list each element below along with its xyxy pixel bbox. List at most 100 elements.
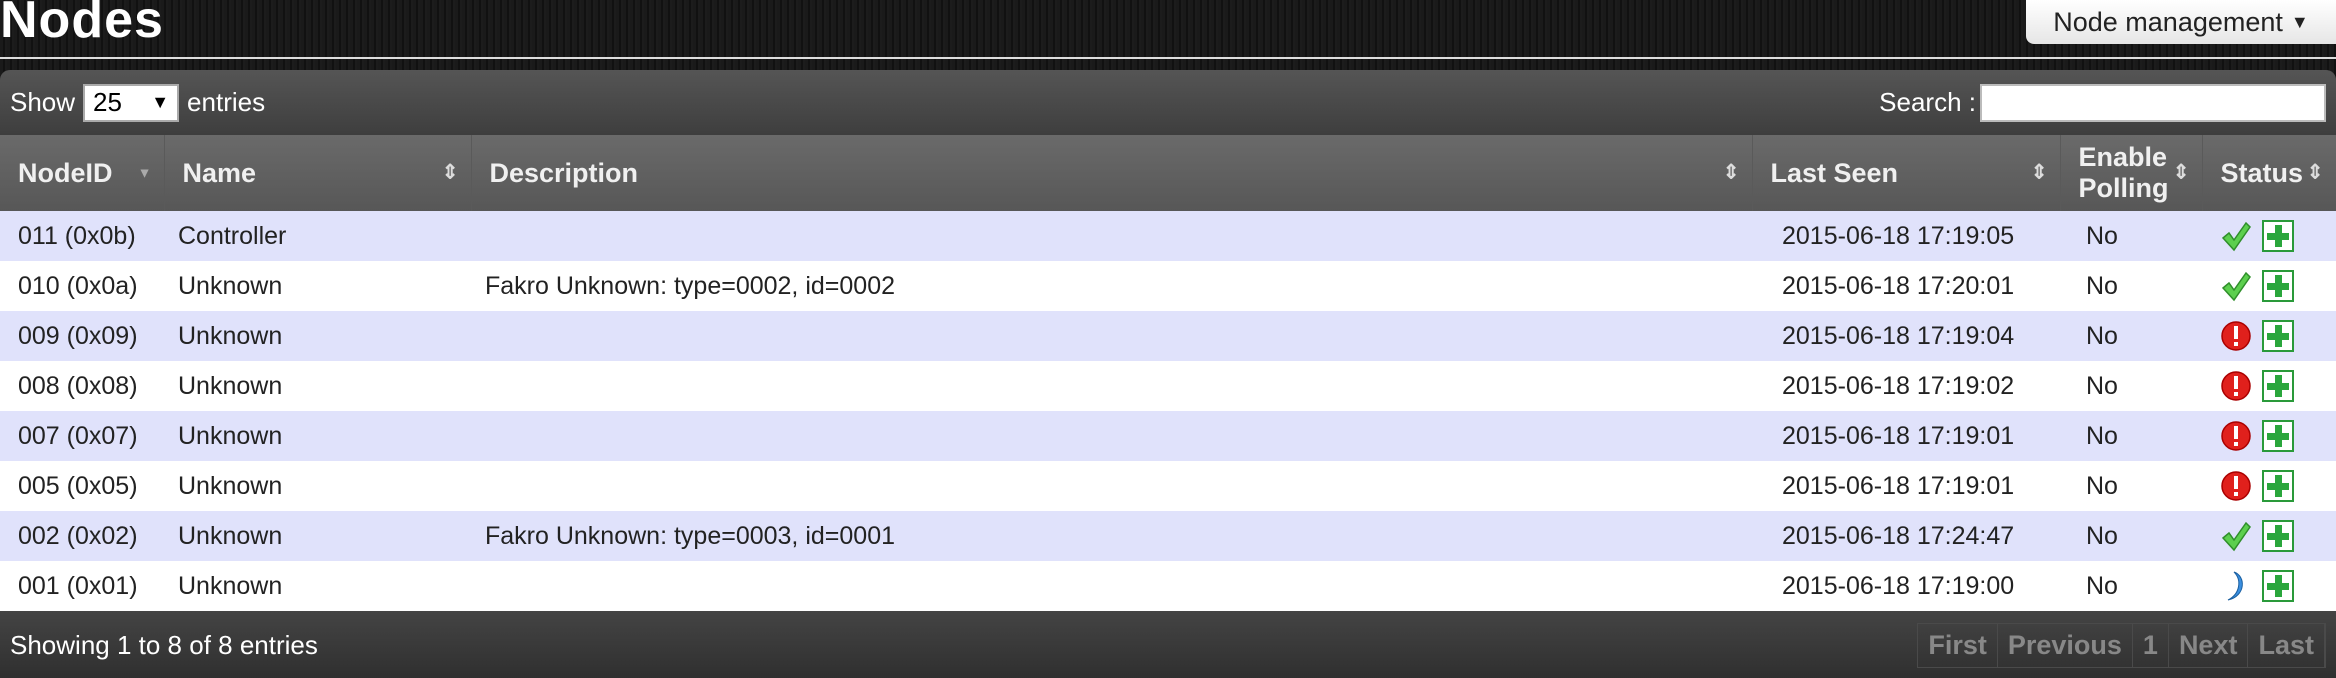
column-header[interactable]: NodeID ▼ xyxy=(0,135,165,211)
divider xyxy=(0,57,2336,59)
entries-label: entries xyxy=(187,87,266,117)
column-label: Description xyxy=(489,157,639,188)
column-header[interactable]: Name ⇕ xyxy=(164,135,472,211)
cell-desc xyxy=(471,211,1752,261)
cell-desc xyxy=(471,361,1752,411)
table-row[interactable]: 008 (0x08) Unknown 2015-06-18 17:19:02 No xyxy=(0,361,2336,411)
error-icon xyxy=(2220,470,2252,502)
cell-status xyxy=(2202,561,2336,611)
cell-name: Controller xyxy=(164,211,471,261)
pager-next[interactable]: Next xyxy=(2169,623,2249,667)
cell-poll: No xyxy=(2060,261,2202,311)
add-icon[interactable] xyxy=(2262,470,2294,502)
cell-id: 009 (0x09) xyxy=(0,311,164,361)
nodes-table-panel: Show 25 ▼ entries Search : NodeID ▼ Name ⇕ De… xyxy=(0,70,2336,678)
cell-seen: 2015-06-18 17:19:04 xyxy=(1752,311,2060,361)
column-label: NodeID xyxy=(18,157,113,188)
cell-seen: 2015-06-18 17:19:02 xyxy=(1752,361,2060,411)
cell-status xyxy=(2202,261,2336,311)
add-icon[interactable] xyxy=(2262,320,2294,352)
cell-poll: No xyxy=(2060,361,2202,411)
node-management-button[interactable]: Node management ▼ xyxy=(2026,0,2336,44)
checkmark-icon xyxy=(2220,520,2252,552)
cell-seen: 2015-06-18 17:19:01 xyxy=(1752,411,2060,461)
show-label: Show xyxy=(10,87,76,117)
add-icon[interactable] xyxy=(2262,420,2294,452)
table-row[interactable]: 001 (0x01) Unknown 2015-06-18 17:19:00 No xyxy=(0,561,2336,611)
table-row[interactable]: 011 (0x0b) Controller 2015-06-18 17:19:05 N… xyxy=(0,211,2336,261)
cell-seen: 2015-06-18 17:20:01 xyxy=(1752,261,2060,311)
cell-name: Unknown xyxy=(164,261,471,311)
page-title: Nodes xyxy=(0,0,164,49)
cell-status xyxy=(2202,411,2336,461)
cell-poll: No xyxy=(2060,411,2202,461)
error-icon xyxy=(2220,370,2252,402)
cell-desc xyxy=(471,311,1752,361)
table-row[interactable]: 007 (0x07) Unknown 2015-06-18 17:19:01 No xyxy=(0,411,2336,461)
table-row[interactable]: 005 (0x05) Unknown 2015-06-18 17:19:01 No xyxy=(0,461,2336,511)
cell-seen: 2015-06-18 17:19:00 xyxy=(1752,561,2060,611)
cell-id: 005 (0x05) xyxy=(0,461,164,511)
cell-id: 002 (0x02) xyxy=(0,511,164,561)
cell-status xyxy=(2202,511,2336,561)
cell-poll: No xyxy=(2060,311,2202,361)
moon-icon xyxy=(2220,570,2252,602)
cell-desc xyxy=(471,461,1752,511)
checkmark-icon xyxy=(2220,220,2252,252)
caret-down-icon: ▼ xyxy=(2290,11,2309,32)
add-icon[interactable] xyxy=(2262,520,2294,552)
cell-poll: No xyxy=(2060,511,2202,561)
pager-first[interactable]: First xyxy=(1918,623,1998,667)
cell-poll: No xyxy=(2060,461,2202,511)
column-header[interactable]: Last Seen ⇕ xyxy=(1752,135,2061,211)
cell-status xyxy=(2202,361,2336,411)
cell-desc xyxy=(471,411,1752,461)
search-input[interactable] xyxy=(1980,83,2326,122)
table-info: Showing 1 to 8 of 8 entries xyxy=(10,629,318,660)
column-label: Last Seen xyxy=(1770,157,1899,188)
table-row[interactable]: 010 (0x0a) Unknown Fakro Unknown: type=000… xyxy=(0,261,2336,311)
cell-desc: Fakro Unknown: type=0003, id=0001 xyxy=(471,511,1752,561)
sort-desc-icon: ▼ xyxy=(137,164,152,181)
node-management-label: Node management xyxy=(2053,6,2283,37)
table-row[interactable]: 002 (0x02) Unknown Fakro Unknown: type=000… xyxy=(0,511,2336,561)
cell-id: 008 (0x08) xyxy=(0,361,164,411)
cell-id: 010 (0x0a) xyxy=(0,261,164,311)
cell-name: Unknown xyxy=(164,361,471,411)
sort-icon: ⇕ xyxy=(441,161,459,184)
add-icon[interactable] xyxy=(2262,220,2294,252)
pager-last[interactable]: Last xyxy=(2248,623,2325,667)
cell-status xyxy=(2202,211,2336,261)
column-header[interactable]: Enable Polling ⇕ xyxy=(2060,135,2203,211)
table-row[interactable]: 009 (0x09) Unknown 2015-06-18 17:19:04 No xyxy=(0,311,2336,361)
cell-id: 011 (0x0b) xyxy=(0,211,164,261)
search-label: Search : xyxy=(1879,87,1976,117)
add-icon[interactable] xyxy=(2262,570,2294,602)
column-header[interactable]: Description ⇕ xyxy=(471,135,1753,211)
cell-id: 007 (0x07) xyxy=(0,411,164,461)
cell-seen: 2015-06-18 17:19:05 xyxy=(1752,211,2060,261)
cell-seen: 2015-06-18 17:19:01 xyxy=(1752,461,2060,511)
page-size-value: 25 xyxy=(93,87,122,117)
cell-name: Unknown xyxy=(164,311,471,361)
chevron-down-icon: ▼ xyxy=(151,92,170,112)
page-size-select[interactable]: 25 ▼ xyxy=(83,83,180,122)
cell-name: Unknown xyxy=(164,511,471,561)
nodes-table: NodeID ▼ Name ⇕ Description ⇕ Last Seen ⇕ Enable… xyxy=(0,135,2336,611)
column-label: Name xyxy=(182,157,257,188)
cell-desc xyxy=(471,561,1752,611)
add-icon[interactable] xyxy=(2262,270,2294,302)
cell-name: Unknown xyxy=(164,411,471,461)
pagination: First Previous 1 Next Last xyxy=(1917,622,2326,668)
cell-id: 001 (0x01) xyxy=(0,561,164,611)
cell-status xyxy=(2202,461,2336,511)
cell-seen: 2015-06-18 17:24:47 xyxy=(1752,511,2060,561)
sort-icon: ⇕ xyxy=(2172,161,2190,184)
error-icon xyxy=(2220,320,2252,352)
column-header[interactable]: Status ⇕ xyxy=(2202,135,2336,211)
add-icon[interactable] xyxy=(2262,370,2294,402)
sort-icon: ⇕ xyxy=(2306,161,2324,184)
pager-1[interactable]: 1 xyxy=(2133,623,2169,667)
pager-previous[interactable]: Previous xyxy=(1998,623,2133,667)
column-label: Status xyxy=(2220,157,2304,188)
